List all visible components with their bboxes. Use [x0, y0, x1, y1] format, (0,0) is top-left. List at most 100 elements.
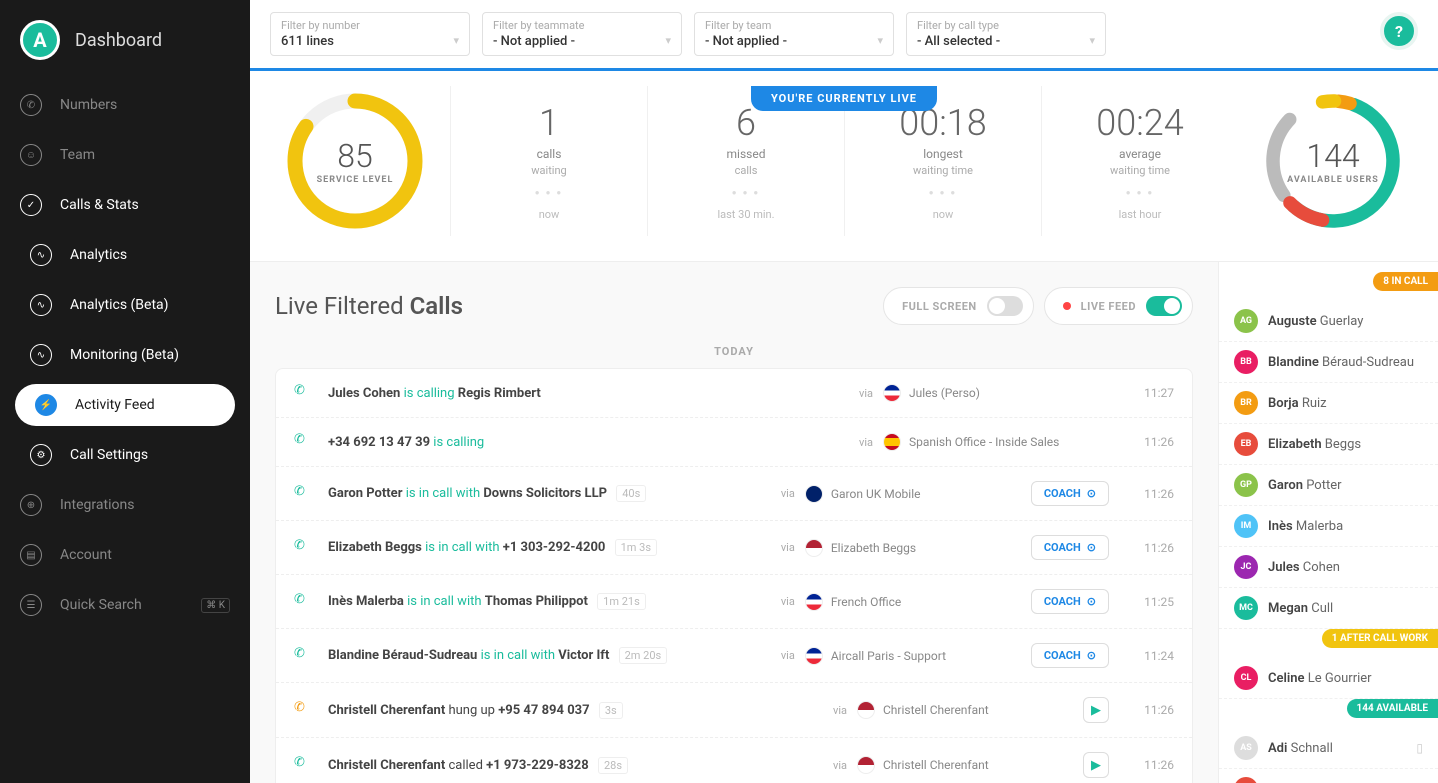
avatar: IM [1234, 514, 1258, 538]
call-direction-icon: ✆ [294, 383, 314, 403]
gear-icon: ⚙ [30, 444, 52, 466]
sidebar-item-calls-stats[interactable]: ✓Calls & Stats [0, 180, 250, 230]
user-row[interactable]: ASAdi Schnall▯ [1219, 728, 1438, 769]
user-row[interactable]: BBBlandine Béraud-Sudreau [1219, 342, 1438, 383]
user-row[interactable]: EBElizabeth Beggs [1219, 424, 1438, 465]
call-time: 11:26 [1124, 541, 1174, 555]
user-row[interactable]: ABAdrien Bordet▯ [1219, 769, 1438, 783]
flag-icon [883, 384, 901, 402]
chart-icon: ∿ [30, 344, 52, 366]
user-row[interactable]: MCMegan Cull [1219, 588, 1438, 629]
sidebar-item-quick-search[interactable]: ☰Quick Search⌘ K [0, 580, 250, 630]
sidebar-item-team[interactable]: ☺Team [0, 130, 250, 180]
call-row[interactable]: ✆Elizabeth Beggs is in call with +1 303-… [276, 521, 1192, 575]
sidebar-item-analytics-beta-[interactable]: ∿ Analytics (Beta) [0, 280, 250, 330]
call-time: 11:26 [1124, 758, 1174, 772]
switch-on-icon [1146, 296, 1182, 316]
user-row[interactable]: JCJules Cohen [1219, 547, 1438, 588]
via-line: Elizabeth Beggs [831, 541, 1031, 555]
sidebar-item-activity-feed[interactable]: ⚡ Activity Feed [15, 384, 235, 426]
user-row[interactable]: BRBorja Ruiz [1219, 383, 1438, 424]
flag-icon [857, 701, 875, 719]
via-line: French Office [831, 595, 1031, 609]
call-description: Christell Cherenfant called +1 973-229-8… [328, 758, 833, 773]
call-direction-icon: ✆ [294, 484, 314, 504]
play-button[interactable]: ▶ [1083, 697, 1109, 723]
user-row[interactable]: CLCeline Le Gourrier [1219, 658, 1438, 699]
call-time: 11:24 [1124, 649, 1174, 663]
avatar: AS [1234, 736, 1258, 760]
kbd-shortcut: ⌘ K [201, 598, 230, 613]
help-button[interactable]: ? [1380, 12, 1418, 50]
filter-filter-by-call-type[interactable]: Filter by call type- All selected - [906, 12, 1106, 56]
sidebar-item-analytics[interactable]: ∿Analytics [0, 230, 250, 280]
call-list: ✆Jules Cohen is calling Regis Rimbertvia… [275, 368, 1193, 783]
sidebar-item-call-settings[interactable]: ⚙Call Settings [0, 430, 250, 480]
coach-button[interactable]: COACH ⊙ [1031, 589, 1109, 614]
call-row[interactable]: ✆Blandine Béraud-Sudreau is in call with… [276, 629, 1192, 683]
coach-button[interactable]: COACH ⊙ [1031, 535, 1109, 560]
call-row[interactable]: ✆Garon Potter is in call with Downs Soli… [276, 467, 1192, 521]
call-description: Christell Cherenfant hung up +95 47 894 … [328, 703, 833, 718]
sidebar-item-label: Numbers [60, 97, 117, 113]
sidebar: A Dashboard ✆Numbers☺Team✓Calls & Stats∿… [0, 0, 250, 783]
bolt-icon: ⚡ [35, 394, 57, 416]
live-dot-icon [1063, 302, 1071, 310]
fullscreen-toggle[interactable]: FULL SCREEN [883, 287, 1034, 325]
sidebar-item-label: Activity Feed [75, 397, 155, 413]
sidebar-item-monitoring-beta-[interactable]: ∿Monitoring (Beta) [0, 330, 250, 380]
via-line: Jules (Perso) [909, 386, 1109, 400]
headset-icon: ⊙ [1087, 541, 1096, 554]
status-badge: 144 AVAILABLE [1347, 699, 1438, 718]
call-direction-icon: ✆ [294, 432, 314, 452]
call-row[interactable]: ✆Jules Cohen is calling Regis Rimbertvia… [276, 369, 1192, 418]
call-direction-icon: ✆ [294, 592, 314, 612]
sidebar-item-account[interactable]: ▤Account [0, 530, 250, 580]
user-row[interactable]: GPGaron Potter [1219, 465, 1438, 506]
flag-icon [805, 485, 823, 503]
call-row[interactable]: ✆+34 692 13 47 39 is calling viaSpanish … [276, 418, 1192, 467]
livefeed-toggle[interactable]: LIVE FEED [1044, 287, 1193, 325]
flag-icon [883, 433, 901, 451]
headset-icon: ⊙ [1087, 649, 1096, 662]
stat-card: 00:24averagewaiting time● ● ●last hour [1041, 86, 1238, 236]
via-line: Garon UK Mobile [831, 487, 1031, 501]
filter-filter-by-number[interactable]: Filter by number611 lines [270, 12, 470, 56]
users-panel: 8 IN CALLAGAuguste GuerlayBBBlandine Bér… [1218, 262, 1438, 783]
call-time: 11:25 [1124, 595, 1174, 609]
main-area: Filter by number611 lines Filter by teamm… [250, 0, 1438, 783]
avatar: BB [1234, 350, 1258, 374]
avatar: EB [1234, 432, 1258, 456]
user-row[interactable]: IMInès Malerba [1219, 506, 1438, 547]
filter-filter-by-teammate[interactable]: Filter by teammate- Not applied - [482, 12, 682, 56]
user-row[interactable]: AGAuguste Guerlay [1219, 301, 1438, 342]
filter-filter-by-team[interactable]: Filter by team- Not applied - [694, 12, 894, 56]
sidebar-item-label: Analytics (Beta) [70, 297, 169, 313]
flag-icon [857, 756, 875, 774]
avatar: GP [1234, 473, 1258, 497]
call-time: 11:26 [1124, 487, 1174, 501]
sidebar-item-integrations[interactable]: ⊕Integrations [0, 480, 250, 530]
search-icon: ☰ [20, 594, 42, 616]
activity-feed: Live Filtered Calls FULL SCREEN LIVE FEE… [250, 262, 1218, 783]
call-direction-icon: ✆ [294, 700, 314, 720]
coach-button[interactable]: COACH ⊙ [1031, 481, 1109, 506]
live-badge: YOU'RE CURRENTLY LIVE [751, 86, 937, 111]
call-description: Blandine Béraud-Sudreau is in call with … [328, 648, 781, 663]
stats-row: YOU'RE CURRENTLY LIVE 85SERVICE LEVEL 1c… [250, 71, 1438, 262]
call-row[interactable]: ✆Christell Cherenfant called +1 973-229-… [276, 738, 1192, 783]
call-description: Inès Malerba is in call with Thomas Phil… [328, 594, 781, 609]
phone-icon: ✆ [20, 94, 42, 116]
call-row[interactable]: ✆ Christell Cherenfant hung up +95 47 894… [276, 683, 1192, 738]
sidebar-item-numbers[interactable]: ✆ Numbers [0, 80, 250, 130]
chart-icon: ∿ [30, 294, 52, 316]
call-row[interactable]: ✆ Inès Malerba is in call with Thomas Phi… [276, 575, 1192, 629]
coach-button[interactable]: COACH ⊙ [1031, 643, 1109, 668]
app-title: Dashboard [75, 30, 162, 51]
sidebar-item-label: Team [60, 147, 95, 163]
integrations-icon: ⊕ [20, 494, 42, 516]
avatar: AB [1234, 777, 1258, 783]
call-description: Jules Cohen is calling Regis Rimbert [328, 386, 859, 401]
flag-icon [805, 647, 823, 665]
play-button[interactable]: ▶ [1083, 752, 1109, 778]
